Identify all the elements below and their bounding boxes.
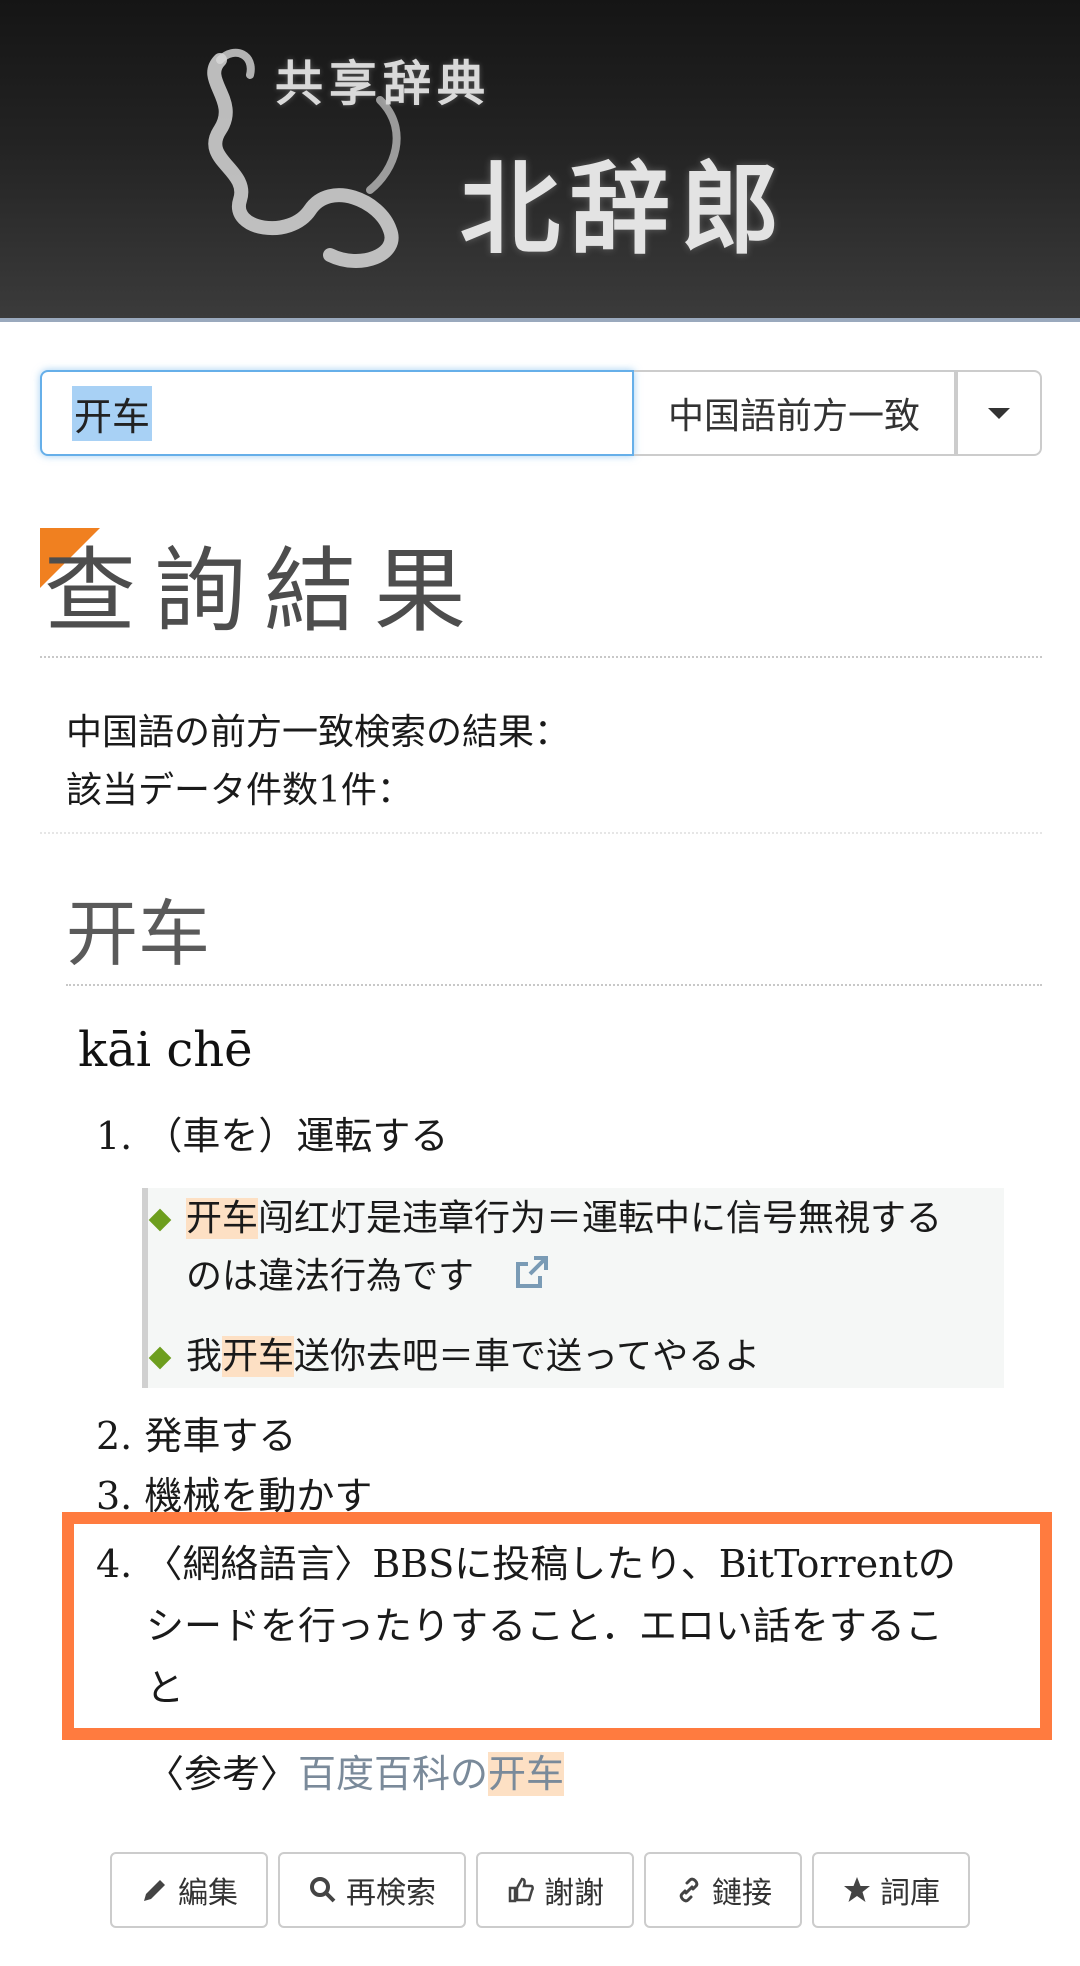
definition-number: 4. xyxy=(96,1542,133,1586)
reference-label: 〈参考〉 xyxy=(146,1752,299,1796)
divider xyxy=(66,984,1042,986)
example-sentence-cont: のは違法行為です xyxy=(186,1256,475,1297)
research-button[interactable]: 再検索 xyxy=(278,1852,466,1928)
example-text: 送你去吧＝車で送ってやるよ xyxy=(294,1336,761,1377)
star-icon xyxy=(844,1877,870,1902)
definition-item: 3. 機械を動かす xyxy=(96,1466,372,1512)
pencil-icon xyxy=(144,1880,165,1901)
divider xyxy=(40,832,1042,834)
reference-link-term[interactable]: 开车 xyxy=(488,1752,565,1796)
example-text: 我 xyxy=(186,1336,223,1377)
logo-title[interactable]: 北辞郎 xyxy=(460,128,790,273)
definition-item: 1. （車を）運転する xyxy=(96,1106,448,1166)
definition-number: 2. xyxy=(96,1414,133,1458)
divider xyxy=(40,656,1042,658)
link-button[interactable]: 鏈接 xyxy=(644,1852,802,1928)
definition-text-cont: と xyxy=(146,1666,185,1710)
highlight-term: 开车 xyxy=(186,1198,259,1239)
research-label: 再検索 xyxy=(346,1876,436,1911)
search-mode-dropdown-button[interactable] xyxy=(956,370,1042,456)
definition-text: （車を）運転する xyxy=(144,1114,449,1158)
wordbook-button[interactable]: 詞庫 xyxy=(812,1852,970,1928)
search-icon xyxy=(310,1877,336,1903)
entry-pinyin: kāi chē xyxy=(78,1022,253,1078)
edit-label: 編集 xyxy=(178,1876,238,1911)
definition-item: 2. 発車する xyxy=(96,1406,296,1466)
example-sentence: 开车闯红灯是违章行为＝運転中に信号無視する xyxy=(186,1190,942,1248)
reference: 〈参考〉百度百科の开车 xyxy=(146,1744,565,1804)
definition-item: 4. 〈網絡語言〉BBSに投稿したり、BitTorrentの xyxy=(96,1534,956,1594)
reference-link[interactable]: 百度百科の xyxy=(298,1752,488,1796)
thumbs-up-icon xyxy=(508,1877,534,1903)
highlight-term: 开车 xyxy=(222,1336,295,1377)
definition-text: 発車する xyxy=(144,1414,297,1458)
thanks-button[interactable]: 謝謝 xyxy=(476,1852,634,1928)
example-sentence: 我开车送你去吧＝車で送ってやるよ xyxy=(186,1328,760,1386)
logo-subtitle: 共享辞典 xyxy=(275,56,492,112)
chevron-down-icon xyxy=(988,407,1010,419)
link-icon xyxy=(679,1877,699,1903)
entry-headword: 开车 xyxy=(66,892,211,976)
definition-number: 3. xyxy=(96,1474,133,1512)
search-mode-select[interactable]: 中国語前方一致 xyxy=(634,370,956,456)
wordbook-label: 詞庫 xyxy=(880,1876,940,1911)
site-header: 共享辞典 北辞郎 xyxy=(0,0,1080,322)
thanks-label: 謝謝 xyxy=(544,1876,604,1911)
search-query-text: 开车 xyxy=(72,385,153,441)
summary-count: 該当データ件数1件： xyxy=(66,770,413,811)
link-label: 鏈接 xyxy=(712,1876,772,1911)
summary-line: 中国語の前方一致検索の結果： xyxy=(66,712,571,753)
definition-text: 〈網絡語言〉BBSに投稿したり、BitTorrentの xyxy=(144,1542,956,1586)
definition-number: 1. xyxy=(96,1114,133,1158)
example-text: 闯红灯是违章行为＝運転中に信号無視する xyxy=(258,1198,943,1239)
results-heading: 查詢結果 xyxy=(44,538,485,645)
edit-button[interactable]: 編集 xyxy=(110,1852,268,1928)
external-link-icon[interactable] xyxy=(512,1252,552,1292)
definition-text-cont: シードを行ったりすること．エロい話をするこ xyxy=(146,1604,943,1648)
results-summary: 中国語の前方一致検索の結果： 該当データ件数1件： xyxy=(66,704,570,820)
definition-text: 機械を動かす xyxy=(144,1474,373,1512)
search-input[interactable]: 开车 xyxy=(40,370,634,456)
